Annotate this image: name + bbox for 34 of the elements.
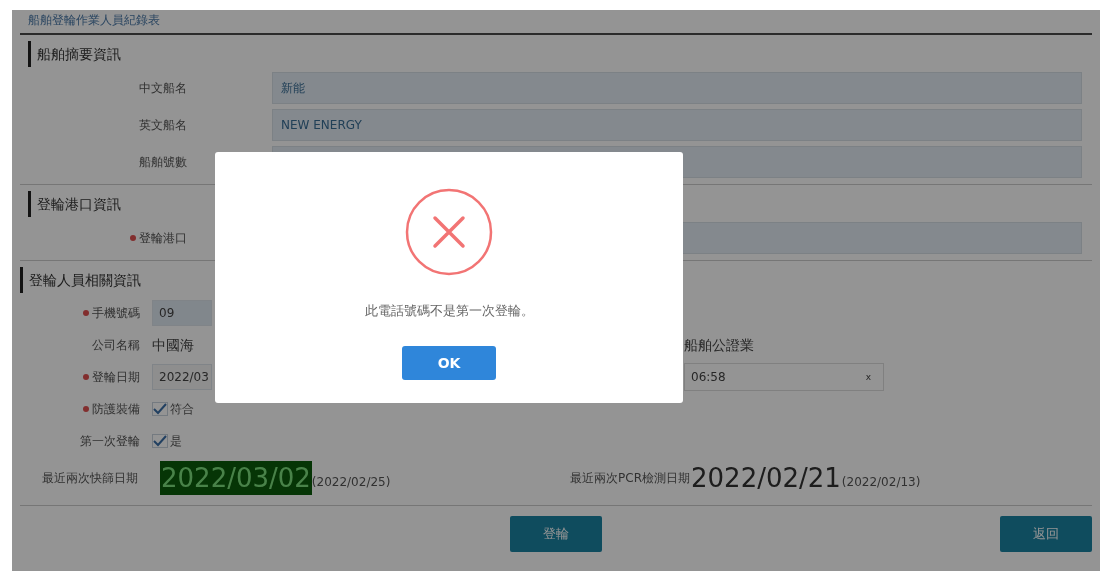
checkbox-label: 是 bbox=[170, 432, 182, 450]
field-label: 手機號碼 bbox=[92, 304, 140, 322]
field-label: 登輪日期 bbox=[92, 368, 140, 386]
board-button[interactable]: 登輪 bbox=[510, 516, 602, 552]
field-label: 英文船名 bbox=[139, 116, 187, 134]
readonly-field[interactable]: 新能 bbox=[272, 72, 1082, 104]
field-label: 中文船名 bbox=[139, 79, 187, 97]
field-label: 防護裝備 bbox=[92, 400, 140, 418]
previous-date: (2022/02/25) bbox=[311, 475, 391, 489]
breadcrumb-title: 船舶登輪作業人員紀錄表 bbox=[28, 12, 160, 29]
clear-button[interactable]: x bbox=[865, 372, 871, 382]
field-label: 登輪港口 bbox=[139, 229, 187, 247]
date-field[interactable]: 2022/03 bbox=[152, 364, 212, 390]
readonly-field[interactable]: NEW ENERGY bbox=[272, 109, 1082, 141]
field-label: 公司名稱 bbox=[92, 336, 140, 354]
checkbox[interactable] bbox=[152, 402, 168, 416]
field-label: 第一次登輪 bbox=[80, 432, 140, 450]
dialog-message: 此電話號碼不是第一次登輪。 bbox=[364, 302, 534, 320]
time-select[interactable]: 06:58 x bbox=[684, 363, 884, 391]
latest-date: 2022/02/21 bbox=[690, 462, 842, 495]
section-title: 船舶摘要資訊 bbox=[28, 41, 1084, 67]
test-label: 最近兩次快篩日期 bbox=[41, 471, 139, 485]
test-label: 最近兩次PCR檢測日期 bbox=[570, 471, 690, 485]
back-button[interactable]: 返回 bbox=[1000, 516, 1092, 552]
field-value: 中國海 bbox=[152, 337, 194, 353]
error-icon bbox=[405, 188, 493, 276]
ok-button[interactable]: OK bbox=[402, 346, 496, 380]
field-label: 船舶號數 bbox=[139, 153, 187, 171]
checkbox-label: 符合 bbox=[170, 400, 194, 418]
latest-date: 2022/03/02 bbox=[160, 461, 312, 495]
previous-date: (2022/02/13) bbox=[841, 475, 921, 489]
checkbox[interactable] bbox=[152, 434, 168, 448]
field-value: 船舶公證業 bbox=[684, 337, 754, 353]
phone-field[interactable]: 09 bbox=[152, 300, 212, 326]
